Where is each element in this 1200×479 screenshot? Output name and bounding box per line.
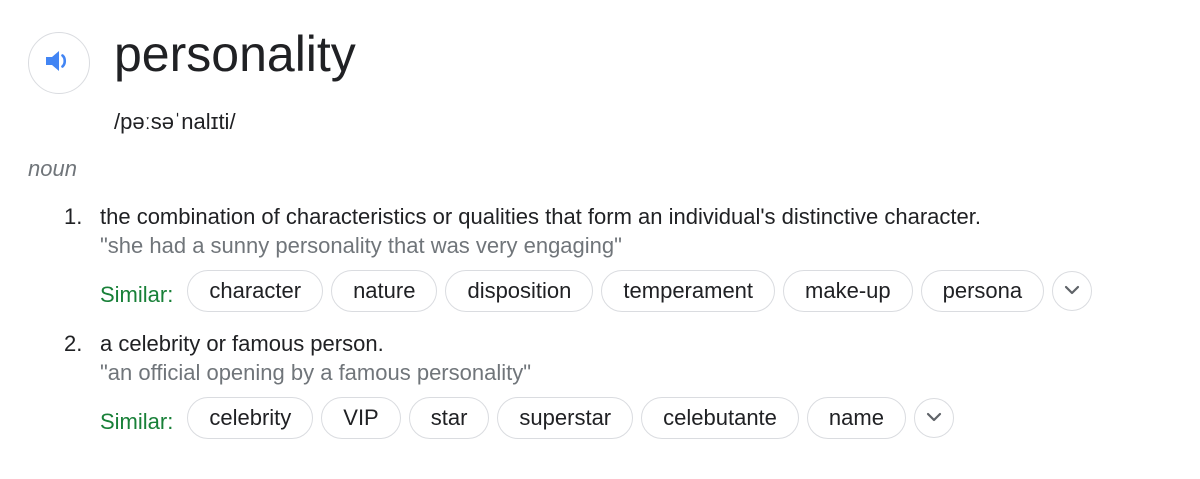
synonym-chip-name[interactable]: name <box>806 397 906 439</box>
synonym-chip-make-up[interactable]: make-up <box>783 270 913 312</box>
synonym-chip-superstar[interactable]: superstar <box>497 397 634 439</box>
definition-text: a celebrity or famous person. <box>100 331 384 356</box>
volume-up-icon <box>44 48 74 79</box>
synonym-chip-nature[interactable]: nature <box>331 270 438 312</box>
synonym-chip-vip[interactable]: VIP <box>321 397 401 439</box>
example-sentence: "an official opening by a famous persona… <box>100 360 532 385</box>
example-sentence: "she had a sunny personality that was ve… <box>100 233 622 258</box>
synonym-chip-temperament[interactable]: temperament <box>601 270 776 312</box>
headword: personality <box>114 26 356 82</box>
synonym-chip-celebutante[interactable]: celebutante <box>641 397 799 439</box>
synonym-chip-celebrity[interactable]: celebrity <box>187 397 314 439</box>
similar-label: Similar: <box>100 282 174 307</box>
sense-number: 1. <box>64 204 83 229</box>
similar-words-row: Similar: celebrity VIP star superstar ce… <box>100 397 954 439</box>
more-synonyms-button[interactable] <box>913 398 954 438</box>
chevron-down-icon <box>926 409 942 427</box>
sense-number: 2. <box>64 331 83 356</box>
similar-words-row: Similar: character nature disposition te… <box>100 270 1093 312</box>
similar-label: Similar: <box>100 409 174 434</box>
synonym-chip-character[interactable]: character <box>187 270 324 312</box>
definition-text: the combination of characteristics or qu… <box>100 204 981 229</box>
dictionary-header <box>28 32 90 94</box>
synonym-chip-disposition[interactable]: disposition <box>445 270 594 312</box>
pronunciation-button[interactable] <box>28 32 90 94</box>
more-synonyms-button[interactable] <box>1052 271 1093 311</box>
synonym-chip-star[interactable]: star <box>408 397 490 439</box>
synonym-chip-persona[interactable]: persona <box>920 270 1045 312</box>
chevron-down-icon <box>1064 282 1080 300</box>
phonetic-transcription: /pəːsəˈnalɪti/ <box>114 109 236 134</box>
part-of-speech: noun <box>28 156 77 181</box>
